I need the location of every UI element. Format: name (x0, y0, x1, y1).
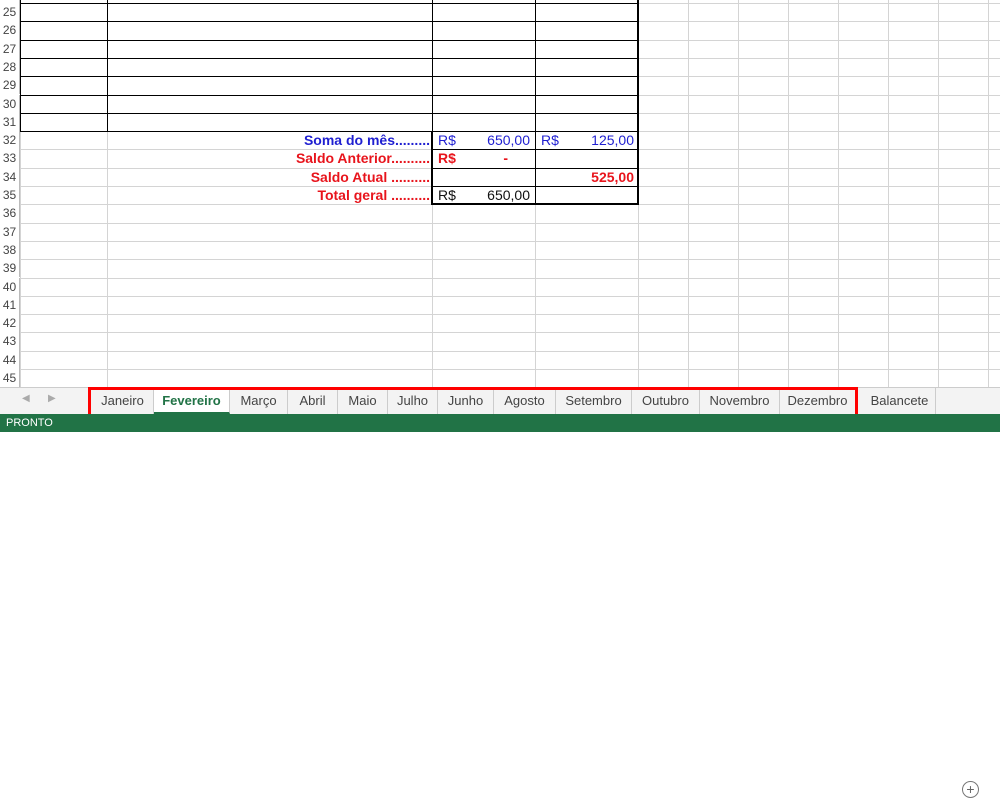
summary-label[interactable]: Saldo Atual .......... (107, 168, 432, 186)
row-header[interactable]: 29 (0, 76, 20, 95)
gridline (20, 295, 1000, 297)
summary-label[interactable]: Saldo Anterior.......... (107, 149, 432, 167)
sheet-tab-junho[interactable]: Junho (438, 388, 494, 414)
gridline (20, 350, 1000, 352)
cell-border (20, 3, 638, 4)
row-header[interactable]: 26 (0, 21, 20, 40)
cell-border (20, 21, 638, 23)
gridline (20, 222, 1000, 224)
value-cell[interactable]: 650,00 (432, 131, 530, 149)
scroll-tabs-right-icon[interactable]: ▶ (48, 393, 56, 404)
row-header[interactable]: 38 (0, 240, 20, 260)
gridline (20, 240, 1000, 242)
cell-border (20, 76, 638, 78)
gridline (20, 369, 1000, 370)
gridline (20, 259, 1000, 261)
spreadsheet-grid[interactable]: 25 26 27 28 29 30 31 32 33 34 35 36 37 38 39 40 41 42 43 44… (0, 0, 1000, 387)
cell-border (20, 39, 638, 41)
value-cell[interactable]: 525,00 (535, 168, 634, 186)
summary-label[interactable]: Soma do mês......... (107, 131, 432, 149)
row-header[interactable]: 44 (0, 350, 20, 369)
gridline (888, 0, 889, 387)
row-header[interactable]: 32 (0, 131, 20, 150)
row-header[interactable]: 45 (0, 369, 20, 387)
sheet-tab-agosto[interactable]: Agosto (494, 388, 556, 414)
gridline (788, 0, 789, 387)
row-header[interactable]: 33 (0, 149, 20, 168)
sheet-tab-maio[interactable]: Maio (338, 388, 388, 414)
cell-border (20, 112, 638, 114)
gridline (20, 314, 1000, 316)
status-bar: PRONTO (0, 414, 1000, 432)
value-cell[interactable]: 650,00 (432, 186, 530, 204)
sheet-tab-novembro[interactable]: Novembro (700, 388, 780, 414)
cell-border (107, 0, 108, 132)
row-header[interactable]: 39 (0, 259, 20, 278)
gridline (988, 0, 989, 387)
row-header[interactable]: 31 (0, 112, 20, 132)
sheet-tab-balancete[interactable]: Balancete (864, 388, 936, 414)
cell-border (535, 0, 536, 132)
row-header[interactable]: 42 (0, 314, 20, 333)
gridline (938, 0, 939, 387)
row-header[interactable]: 37 (0, 222, 20, 241)
value-cell[interactable]: 125,00 (535, 131, 634, 149)
row-header[interactable]: 30 (0, 94, 20, 113)
cell-border (20, 57, 638, 59)
status-text: PRONTO (6, 417, 53, 429)
row-header[interactable]: 28 (0, 57, 20, 77)
value-cell[interactable]: - (432, 149, 530, 167)
gridline (738, 0, 739, 387)
row-header[interactable]: 25 (0, 3, 20, 22)
row-header[interactable]: 41 (0, 295, 20, 315)
sheet-tab-dezembro[interactable]: Dezembro (780, 388, 856, 414)
row-header[interactable] (0, 0, 20, 3)
sheet-tab-bar: ◀ ▶ Janeiro Fevereiro Março Abril Maio Julho J… (0, 387, 1000, 798)
scroll-tabs-left-icon[interactable]: ◀ (22, 393, 30, 404)
gridline (20, 277, 1000, 279)
gridline (20, 332, 1000, 334)
gridline (688, 0, 689, 387)
cell-border (20, 0, 21, 132)
row-header[interactable]: 35 (0, 186, 20, 205)
sheet-tab-setembro[interactable]: Setembro (556, 388, 632, 414)
gridline (838, 0, 839, 387)
sheet-tab-marco[interactable]: Março (230, 388, 288, 414)
sheet-tab-julho[interactable]: Julho (388, 388, 438, 414)
row-header[interactable]: 43 (0, 332, 20, 351)
sheet-tab-fevereiro[interactable]: Fevereiro (154, 388, 230, 414)
cell-border (20, 94, 638, 96)
cell-border (637, 0, 639, 206)
row-header[interactable]: 27 (0, 39, 20, 58)
cell-border (432, 0, 433, 132)
sheet-tab-outubro[interactable]: Outubro (632, 388, 700, 414)
sheet-tab-janeiro[interactable]: Janeiro (92, 388, 154, 414)
row-header[interactable]: 40 (0, 277, 20, 296)
sheet-tab-abril[interactable]: Abril (288, 388, 338, 414)
row-header[interactable]: 36 (0, 204, 20, 223)
summary-label[interactable]: Total geral .......... (107, 186, 432, 204)
add-sheet-button[interactable]: + (962, 781, 979, 798)
row-header[interactable]: 34 (0, 167, 20, 186)
